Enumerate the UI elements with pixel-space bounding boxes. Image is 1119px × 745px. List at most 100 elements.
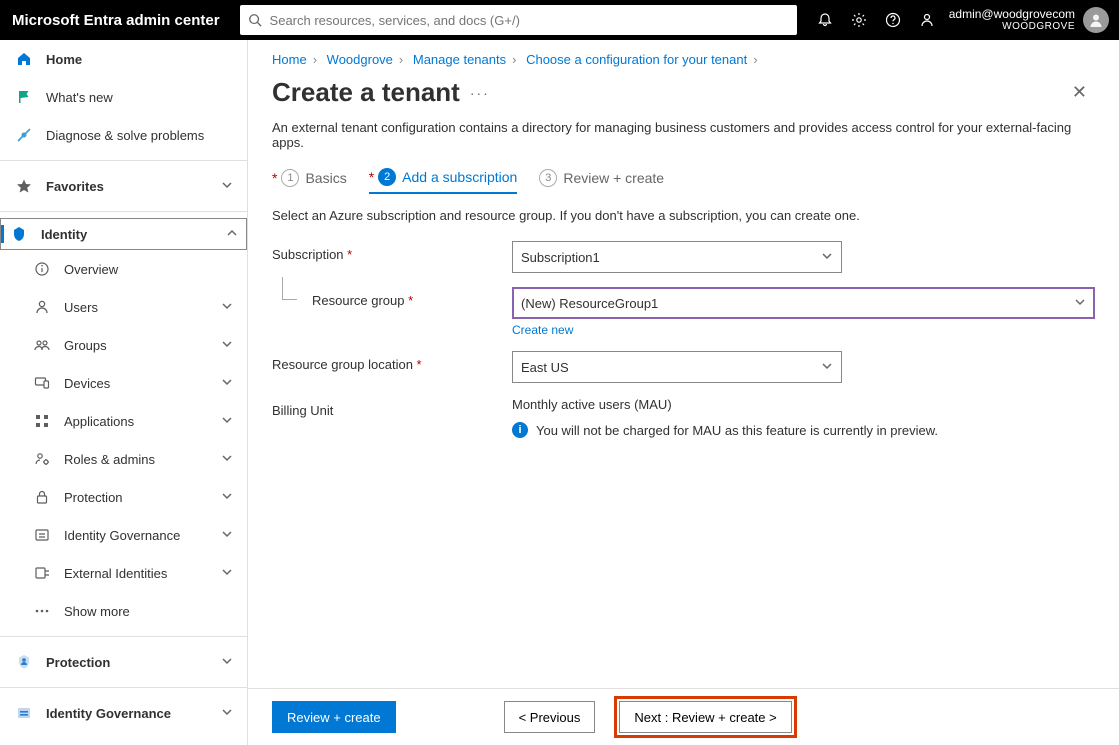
governance-icon [32,525,52,545]
field-location: Resource group location East US [272,351,1095,383]
account-email: admin@woodgrovecom [949,8,1075,21]
billing-value: Monthly active users (MAU) [512,397,938,412]
nav-groups-label: Groups [64,338,107,353]
page-more-button[interactable]: ··· [470,85,490,101]
nav-idgov[interactable]: Identity Governance [0,694,247,732]
form-hint: Select an Azure subscription and resourc… [272,208,1095,223]
diagnose-icon [14,125,34,145]
nav-applications[interactable]: Applications [0,402,247,440]
brand-label: Microsoft Entra admin center [12,12,234,29]
nav-devices[interactable]: Devices [0,364,247,402]
nav-extid[interactable]: External Identities [0,554,247,592]
field-billing: Billing Unit Monthly active users (MAU) … [272,397,1095,438]
resource-group-value: (New) ResourceGroup1 [521,296,658,311]
apps-icon [32,411,52,431]
account-tenant: WOODGROVE [949,21,1075,32]
info-icon: i [512,422,528,438]
chevron-down-icon [221,528,233,543]
nav-extid-label: External Identities [64,566,167,581]
tab-basics[interactable]: * 1 Basics [272,168,347,194]
chevron-up-icon [226,227,238,242]
nav-protection-sub[interactable]: Protection [0,478,247,516]
tab-basics-label: Basics [305,170,346,186]
chevron-down-icon [221,414,233,429]
help-icon[interactable] [883,10,903,30]
settings-icon[interactable] [849,10,869,30]
devices-icon [32,373,52,393]
previous-button[interactable]: < Previous [504,701,596,733]
nav-showmore[interactable]: Show more [0,592,247,630]
nav-home-label: Home [46,52,82,67]
crumb-manage-tenants[interactable]: Manage tenants [413,52,506,67]
nav-users[interactable]: Users [0,288,247,326]
roles-icon [32,449,52,469]
nav-idgov-sub[interactable]: Identity Governance [0,516,247,554]
tab-step-number: 1 [281,169,299,187]
wizard-tabs: * 1 Basics * 2 Add a subscription 3 Revi… [248,168,1119,194]
tab-subscription[interactable]: * 2 Add a subscription [369,168,518,194]
avatar [1083,7,1109,33]
identity-icon [9,224,29,244]
nav-users-label: Users [64,300,98,315]
account-menu[interactable]: admin@woodgrovecom WOODGROVE [949,7,1119,33]
nav-favorites[interactable]: Favorites [0,167,247,205]
search-wrapper [234,0,803,40]
required-asterisk: * [369,169,374,185]
notifications-icon[interactable] [815,10,835,30]
crumb-woodgrove[interactable]: Woodgrove [327,52,393,67]
nav-groups[interactable]: Groups [0,326,247,364]
star-icon [14,176,34,196]
nav-protection-label: Protection [46,655,110,670]
nav-roles[interactable]: Roles & admins [0,440,247,478]
more-icon [32,601,52,621]
resource-group-label: Resource group [272,287,512,308]
location-value: East US [521,360,569,375]
subscription-value: Subscription1 [521,250,600,265]
feedback-icon[interactable] [917,10,937,30]
nav-idgov-sub-label: Identity Governance [64,528,180,543]
breadcrumb: Home› Woodgrove› Manage tenants› Choose … [248,40,1119,67]
nav-overview[interactable]: Overview [0,250,247,288]
wizard-footer: Review + create < Previous Next : Review… [248,688,1119,745]
nav-whatsnew[interactable]: What's new [0,78,247,116]
subscription-select[interactable]: Subscription1 [512,241,842,273]
nav-identity[interactable]: Identity [0,218,247,250]
nav-whatsnew-label: What's new [46,90,113,105]
tab-step-number: 2 [378,168,396,186]
chevron-down-icon [221,376,233,391]
search-input[interactable] [270,13,789,28]
nav-protection-sub-label: Protection [64,490,123,505]
chevron-down-icon [221,655,233,670]
nav-protection[interactable]: Protection [0,643,247,681]
chevron-down-icon [221,300,233,315]
global-search[interactable] [240,5,797,35]
user-icon [32,297,52,317]
create-new-link[interactable]: Create new [512,323,573,337]
group-icon [32,335,52,355]
chevron-down-icon [221,179,233,194]
page-title: Create a tenant [272,77,460,108]
review-create-button[interactable]: Review + create [272,701,396,733]
next-button[interactable]: Next : Review + create > [619,701,791,733]
billing-info-text: You will not be charged for MAU as this … [536,423,938,438]
page-titlebar: Create a tenant ··· ✕ [248,67,1119,112]
crumb-home[interactable]: Home [272,52,307,67]
governance-main-icon [14,703,34,723]
nav-applications-label: Applications [64,414,134,429]
subscription-label: Subscription [272,241,512,262]
location-select[interactable]: East US [512,351,842,383]
tab-review[interactable]: 3 Review + create [539,168,664,194]
nav-identity-label: Identity [41,227,87,242]
chevron-down-icon [821,360,833,375]
nav-home[interactable]: Home [0,40,247,78]
billing-label: Billing Unit [272,397,512,418]
close-button[interactable]: ✕ [1064,78,1095,107]
nav-diagnose[interactable]: Diagnose & solve problems [0,116,247,154]
chevron-down-icon [221,706,233,721]
main-content: Home› Woodgrove› Manage tenants› Choose … [248,40,1119,745]
chevron-down-icon [221,452,233,467]
chevron-down-icon [821,250,833,265]
resource-group-select[interactable]: (New) ResourceGroup1 [512,287,1095,319]
tab-step-number: 3 [539,169,557,187]
crumb-choose-config[interactable]: Choose a configuration for your tenant [526,52,747,67]
